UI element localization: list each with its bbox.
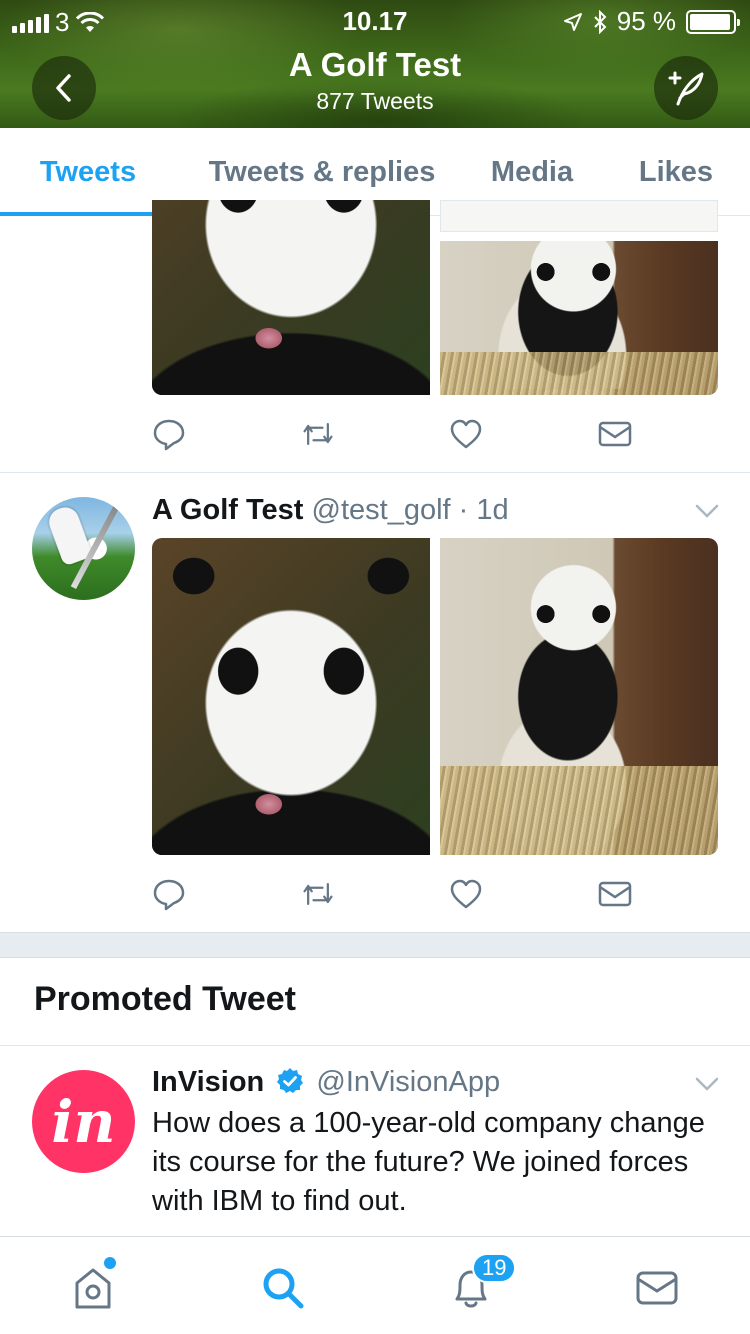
tweet-actions [152,877,632,917]
tweet-menu-button[interactable] [694,1076,720,1092]
profile-name: A Golf Test [288,46,462,83]
tweet-actions [152,417,632,457]
tweet-author-name[interactable]: A Golf Test [152,494,303,526]
tweet-menu-button[interactable] [694,503,720,519]
reply-icon [153,879,185,911]
retweet-button[interactable] [301,417,335,451]
chevron-down-icon [695,504,719,518]
message-button[interactable] [598,417,632,451]
chevron-down-icon [695,1077,719,1091]
home-new-content-dot [104,1257,116,1269]
tweet-photo-grid[interactable] [152,200,718,395]
like-button[interactable] [449,417,483,451]
notification-badge: 19 [472,1253,517,1283]
bottom-nav: 19 [0,1236,750,1334]
battery-icon [686,9,740,34]
location-icon [563,12,582,31]
nav-search[interactable] [258,1263,308,1313]
bluetooth-icon [594,9,607,34]
compose-tweet-icon [668,71,704,106]
active-tab-indicator [0,212,176,216]
tweet-count: 877 Tweets [316,88,434,114]
tweet-photo-panda-face[interactable] [152,538,430,855]
tweet-photo-panda-tree[interactable] [440,241,718,395]
invision-logo-text: in [51,1087,116,1156]
tweet-divider [0,1045,750,1046]
tweet-text: How does a 100-year-old company change i… [152,1107,705,1217]
tweet-header: InVision @InVisionApp [152,1066,500,1099]
tab-tweets[interactable]: Tweets [0,128,176,216]
promoted-section-title: Promoted Tweet [34,980,296,1018]
compose-tweet-button[interactable] [654,56,718,120]
header-title-block: A Golf Test 877 Tweets [0,46,750,115]
messages-icon [636,1271,678,1305]
battery-percent: 95 % [616,6,676,36]
nav-home[interactable] [68,1263,118,1313]
battery-level [690,13,730,30]
tweet-photo-panda-tree[interactable] [440,538,718,855]
tweet-header: A Golf Test @test_golf · 1d [152,494,509,527]
profile-header: 3 10.17 95 % A Golf Test 877 Tweets [0,0,750,128]
tweet-author-handle[interactable]: @test_golf [312,494,451,526]
tweet-author-name[interactable]: InVision [152,1066,264,1098]
envelope-icon [598,421,632,447]
tweet-photo-panda-face[interactable] [152,200,430,395]
reply-button[interactable] [152,417,186,451]
retweet-icon [303,883,333,905]
section-gap [0,932,750,958]
retweet-icon [303,423,333,445]
tweet-photo-grid[interactable] [152,538,718,855]
tweet-dot-separator: · [458,494,469,526]
tweet-time[interactable]: 1d [476,494,508,526]
status-bar: 3 10.17 95 % [0,0,750,40]
nav-messages[interactable] [632,1263,682,1313]
retweet-button[interactable] [301,877,335,911]
avatar[interactable] [32,497,135,600]
heart-icon [451,419,482,449]
envelope-icon [598,881,632,907]
reply-button[interactable] [152,877,186,911]
message-button[interactable] [598,877,632,911]
search-icon [263,1268,304,1309]
tweet-photo-top-right[interactable] [440,200,718,232]
avatar[interactable]: in [32,1070,135,1173]
reply-icon [153,419,185,451]
home-icon [75,1268,111,1309]
like-button[interactable] [449,877,483,911]
heart-icon [451,879,482,909]
verified-badge-icon [277,1068,304,1093]
tweet-author-handle[interactable]: @InVisionApp [316,1066,500,1098]
tweet-divider [0,472,750,473]
